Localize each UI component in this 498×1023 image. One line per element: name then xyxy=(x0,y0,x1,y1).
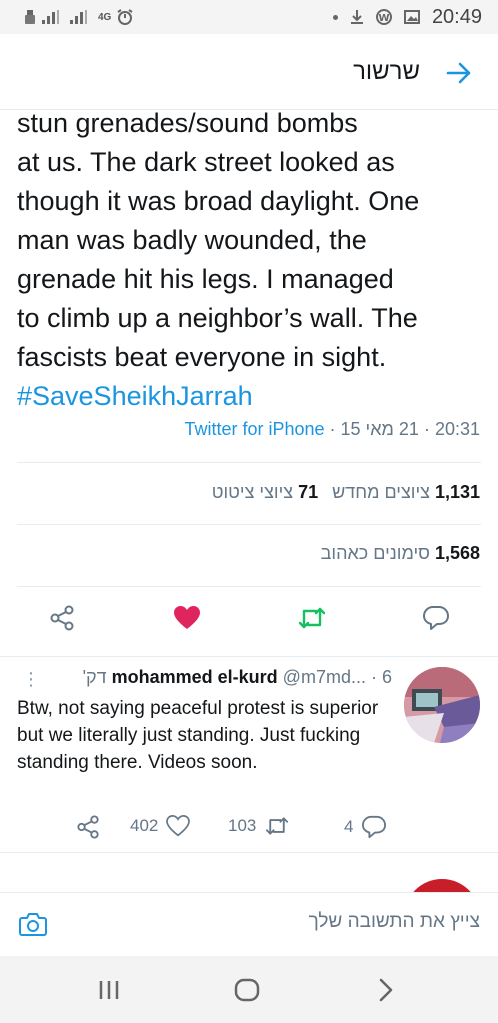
reply-composer[interactable]: צייץ את התשובה שלך xyxy=(0,892,498,956)
back-nav-button[interactable] xyxy=(366,974,406,1006)
reply-author-name[interactable]: mohammed el-kurd xyxy=(112,667,278,687)
likes-stats: 1,568 סימונים כאהוב xyxy=(321,543,480,564)
reply-input[interactable]: צייץ את התשובה שלך xyxy=(309,911,480,933)
reply-tweet[interactable]: mohammed el-kurd @m7md... · 6 דק' ⋮ Btw,… xyxy=(0,656,498,852)
camera-icon xyxy=(19,913,47,936)
share-icon xyxy=(77,815,99,839)
home-button[interactable] xyxy=(227,974,267,1006)
tweet-time: 20:31 xyxy=(434,419,480,439)
reply-text: Btw, not saying peaceful protest is supe… xyxy=(17,698,379,773)
signal-icon xyxy=(42,10,64,24)
recent-apps-button[interactable] xyxy=(89,974,129,1006)
usb-icon xyxy=(24,9,36,25)
avatar[interactable] xyxy=(404,879,480,892)
reply-likes-count: 402 xyxy=(130,816,159,835)
wordpress-icon: W xyxy=(375,9,392,25)
divider xyxy=(17,462,481,463)
divider xyxy=(17,524,481,525)
recent-apps-icon xyxy=(99,981,119,999)
retweet-icon xyxy=(266,817,289,835)
reply-retweet-button[interactable]: 103 xyxy=(228,815,290,837)
camera-button[interactable] xyxy=(16,907,50,941)
retweets-stat[interactable]: 1,131 ציוצים מחדש xyxy=(332,482,480,503)
avatar[interactable] xyxy=(404,667,480,743)
tweet-text-line: grenade hit his legs. I managed xyxy=(17,264,394,294)
reply-handle: @m7md... xyxy=(282,667,366,687)
reply-button[interactable] xyxy=(418,600,454,636)
reply-like-button[interactable]: 402 xyxy=(130,815,191,837)
quotes-stat[interactable]: 71 ציוצי ציטוט xyxy=(212,482,318,503)
comment-icon xyxy=(362,815,387,839)
quotes-count: 71 xyxy=(298,482,319,502)
retweets-label: ציוצים מחדש xyxy=(332,482,430,502)
likes-stat[interactable]: 1,568 סימונים כאהוב xyxy=(321,543,480,564)
network-type: 4G xyxy=(98,11,112,23)
share-button[interactable] xyxy=(44,600,80,636)
reply-replies-count: 4 xyxy=(344,817,354,836)
comment-icon xyxy=(423,606,449,630)
home-icon xyxy=(234,978,260,1002)
page-title: שרשור xyxy=(353,58,420,85)
retweet-stats: 1,131 ציוצים מחדש 71 ציוצי ציטוט xyxy=(212,482,480,503)
heart-filled-icon xyxy=(174,606,200,629)
tweet-actions xyxy=(0,600,498,636)
tweet-source-link[interactable]: Twitter for iPhone xyxy=(184,419,324,439)
hashtag-link[interactable]: #SaveSheikhJarrah xyxy=(17,377,487,416)
retweets-count: 1,131 xyxy=(434,482,480,502)
tweet-text-line: fascists beat everyone in sight. xyxy=(17,342,387,372)
status-time: 20:49 xyxy=(431,5,482,28)
more-options-icon[interactable]: ⋮ xyxy=(22,669,40,690)
download-icon xyxy=(350,9,364,25)
tweet-date: 21 מאי 15 xyxy=(340,419,419,439)
reply-actions: 402 103 4 xyxy=(0,815,498,845)
like-button[interactable] xyxy=(169,600,205,636)
tweet-text-line: to climb up a neighbor’s wall. The xyxy=(17,303,418,333)
reply-author-line: mohammed el-kurd @m7md... · 6 דק' xyxy=(82,667,392,687)
thread-header: שרשור xyxy=(0,34,498,110)
tweet-text-line: stun grenades/sound bombs xyxy=(17,108,358,138)
image-icon xyxy=(403,10,420,24)
tweet-text-line: man was badly wounded, the xyxy=(17,225,367,255)
status-bar: 4G W 20:49 xyxy=(0,0,498,34)
likes-count: 1,568 xyxy=(434,543,480,563)
divider xyxy=(17,586,481,587)
tweet-text-line: at us. The dark street looked as xyxy=(17,147,395,177)
likes-label: סימונים כאהוב xyxy=(320,543,430,563)
system-nav-bar xyxy=(0,956,498,1023)
signal-icon-2 xyxy=(70,10,92,24)
tweet-text-line: though it was broad daylight. One xyxy=(17,186,420,216)
reply-comment-button[interactable]: 4 xyxy=(344,815,387,839)
quotes-label: ציוצי ציטוט xyxy=(211,482,294,502)
retweet-button[interactable] xyxy=(294,600,330,636)
svg-text:W: W xyxy=(378,13,389,24)
chevron-right-icon xyxy=(379,978,393,1002)
alarm-icon xyxy=(117,9,133,25)
reply-share-button[interactable] xyxy=(76,815,100,839)
share-icon xyxy=(50,605,74,631)
notification-dot-icon xyxy=(332,14,338,20)
heart-outline-icon xyxy=(166,815,191,837)
avatar-image xyxy=(404,667,480,743)
tweet-meta: 20:31 · 21 מאי 15 · Twitter for iPhone xyxy=(184,419,480,439)
next-reply-partial[interactable] xyxy=(0,852,498,892)
retweet-icon xyxy=(298,607,326,629)
reply-retweets-count: 103 xyxy=(228,816,257,835)
back-button[interactable] xyxy=(442,56,476,90)
tweet-body: stun grenades/sound bombs at us. The dar… xyxy=(17,104,487,416)
arrow-right-icon xyxy=(446,62,471,84)
